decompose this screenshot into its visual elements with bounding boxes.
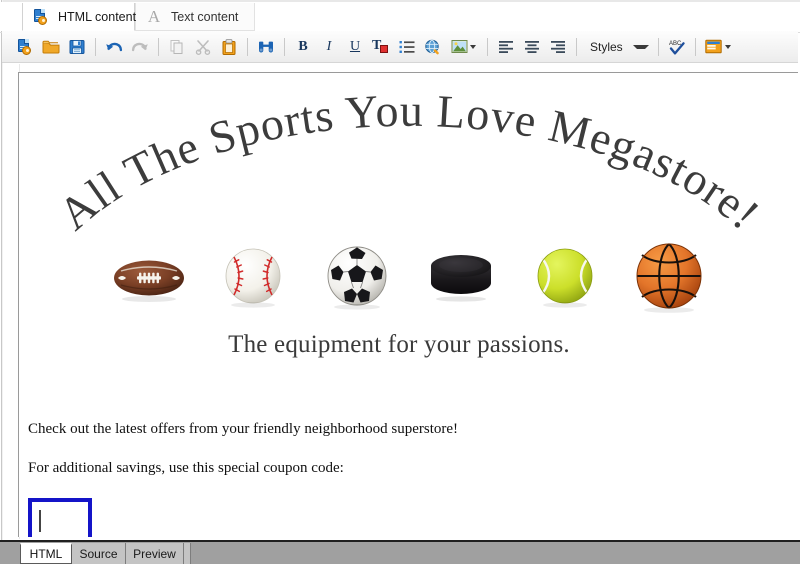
- editor-area: All The Sports You Love Megastore! The e…: [5, 64, 798, 539]
- letter-a-icon: A: [147, 6, 161, 26]
- image-dropdown-caret-icon[interactable]: [470, 44, 476, 49]
- bottom-tabbar-filler: [184, 543, 191, 564]
- underline-button[interactable]: U: [343, 35, 367, 59]
- bold-button[interactable]: B: [291, 35, 315, 59]
- copy-pages-icon: [170, 39, 183, 54]
- insert-image-button[interactable]: [447, 35, 476, 59]
- undo-button[interactable]: [102, 35, 126, 59]
- text-color-icon: T: [372, 38, 390, 56]
- formatting-toolbar: B I U T Styles ABC: [2, 31, 798, 63]
- bottom-tab-preview[interactable]: Preview: [126, 543, 184, 564]
- template-window-icon: [705, 39, 722, 54]
- editor-view-tabbar: HTML Source Preview: [0, 540, 800, 564]
- text-color-button[interactable]: T: [369, 35, 393, 59]
- clipboard-icon: [222, 38, 236, 55]
- store-banner-graphic: All The Sports You Love Megastore! The e…: [19, 73, 798, 403]
- styles-dropdown[interactable]: Styles: [582, 40, 653, 54]
- bullet-list-button[interactable]: [395, 35, 419, 59]
- baseball-icon: [216, 241, 290, 315]
- new-html-document-icon: [17, 38, 33, 55]
- align-left-icon: [499, 40, 513, 53]
- bottom-tab-html-label: HTML: [29, 547, 63, 561]
- template-dropdown-caret-icon[interactable]: [724, 44, 731, 49]
- tab-text-content-label: Text content: [171, 9, 239, 24]
- american-football-icon: [112, 241, 186, 315]
- coupon-code-input[interactable]: [28, 498, 92, 537]
- save-button[interactable]: [65, 35, 89, 59]
- email-body-copy: Check out the latest offers from your fr…: [28, 421, 768, 537]
- tab-text-content[interactable]: A Text content: [135, 3, 255, 31]
- redo-button: [128, 35, 152, 59]
- content-type-tabstrip: HTML content A Text content: [0, 2, 800, 33]
- bottom-tab-source[interactable]: Source: [72, 543, 126, 564]
- paragraph-offers: Check out the latest offers from your fr…: [28, 421, 459, 437]
- template-button[interactable]: [702, 35, 731, 59]
- toolbar-separator: [487, 37, 488, 56]
- picture-icon: [451, 40, 467, 53]
- toolbar-separator: [284, 37, 285, 56]
- paste-button[interactable]: [217, 35, 241, 59]
- toolbar-separator: [694, 37, 696, 56]
- bottom-tab-source-label: Source: [79, 546, 118, 561]
- toolbar-separator: [158, 37, 159, 56]
- scissors-icon: [195, 39, 211, 55]
- window-left-edge: [0, 0, 3, 540]
- arched-title-text: All The Sports You Love Megastore!: [49, 85, 770, 240]
- italic-button[interactable]: I: [317, 35, 341, 59]
- align-center-icon: [525, 40, 539, 53]
- open-folder-icon: [42, 40, 60, 53]
- insert-link-button[interactable]: [421, 35, 445, 59]
- banner-tagline: The equipment for your passions.: [228, 331, 570, 358]
- toolbar-separator: [657, 37, 659, 56]
- binoculars-icon: [259, 41, 273, 53]
- hockey-puck-icon: [424, 241, 498, 315]
- copy-button: [165, 35, 189, 59]
- align-left-button[interactable]: [494, 35, 518, 59]
- bullet-list-icon: [399, 40, 415, 53]
- tab-html-content-label: HTML content: [58, 9, 137, 24]
- html-document-icon: [33, 8, 49, 25]
- new-document-button[interactable]: [13, 35, 37, 59]
- tennis-ball-icon: [528, 241, 602, 315]
- align-center-button[interactable]: [520, 35, 544, 59]
- text-cursor: [39, 510, 41, 532]
- open-button[interactable]: [39, 35, 63, 59]
- abc-spellcheck-icon: ABC: [669, 41, 685, 55]
- bold-icon: B: [298, 38, 308, 54]
- email-editor-window: HTML content A Text content B I U T Styl…: [0, 0, 800, 564]
- align-right-icon: [551, 40, 565, 53]
- undo-arrow-icon: [106, 42, 123, 51]
- html-content-canvas[interactable]: All The Sports You Love Megastore! The e…: [18, 72, 798, 537]
- cut-button: [191, 35, 215, 59]
- find-button[interactable]: [254, 35, 278, 59]
- align-right-button[interactable]: [546, 35, 570, 59]
- bottom-tab-html[interactable]: HTML: [20, 543, 72, 564]
- tab-html-content[interactable]: HTML content: [22, 3, 137, 31]
- chevron-down-icon[interactable]: [632, 44, 649, 49]
- styles-dropdown-label: Styles: [590, 39, 623, 54]
- soccer-ball-icon: [320, 241, 394, 315]
- toolbar-separator: [95, 37, 96, 56]
- globe-link-icon: [425, 39, 439, 54]
- toolbar-separator: [247, 37, 248, 56]
- basketball-icon: [632, 241, 706, 315]
- toolbar-separator: [576, 37, 577, 56]
- italic-icon: I: [326, 38, 332, 54]
- spellcheck-button[interactable]: ABC: [665, 35, 689, 59]
- bottom-tab-preview-label: Preview: [133, 546, 176, 561]
- paragraph-coupon-prompt: For additional savings, use this special…: [28, 459, 344, 476]
- floppy-disk-icon: [69, 39, 85, 54]
- redo-arrow-icon: [131, 42, 148, 51]
- underline-icon: U: [349, 38, 361, 54]
- sports-ball-row: [19, 241, 798, 315]
